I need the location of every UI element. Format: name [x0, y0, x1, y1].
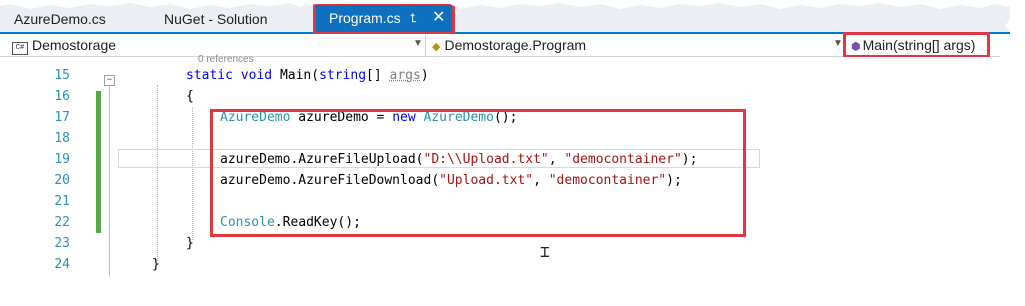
- code-token: }: [186, 236, 194, 251]
- torn-edge-right: [1005, 0, 1025, 306]
- code-token: static: [186, 68, 241, 83]
- csharp-file-icon: C#: [12, 42, 28, 55]
- code-token: Main(: [279, 68, 320, 83]
- line-number: 22: [54, 215, 70, 230]
- indent-guide: [192, 107, 193, 240]
- project-dropdown-value: Demostorage: [32, 37, 117, 53]
- class-dropdown-value: Demostorage.Program: [444, 37, 587, 53]
- code-line[interactable]: }: [186, 236, 194, 251]
- line-number: 18: [54, 131, 70, 146]
- code-line[interactable]: {: [186, 89, 194, 104]
- code-token: string: [319, 68, 367, 83]
- line-number: 20: [54, 173, 70, 188]
- indent-guide: [157, 85, 158, 261]
- change-indicator-bar: [96, 91, 101, 233]
- highlight-box-code: [210, 109, 746, 237]
- collapse-icon[interactable]: −: [104, 75, 115, 86]
- line-number: 15: [54, 68, 70, 83]
- code-token: ): [420, 68, 429, 83]
- line-number: 17: [54, 110, 70, 125]
- codelens-references[interactable]: 0 references: [198, 54, 254, 65]
- line-number: 19: [54, 152, 70, 167]
- fold-guide-line: [109, 86, 110, 286]
- project-dropdown[interactable]: C# Demostorage: [12, 35, 422, 55]
- torn-edge-bottom: [0, 266, 1025, 306]
- line-number: 16: [54, 89, 70, 104]
- divider: [425, 34, 426, 56]
- code-token: args: [389, 68, 421, 83]
- highlight-box-member: [843, 32, 990, 58]
- line-number: 21: [54, 194, 70, 209]
- line-number: 23: [54, 236, 70, 251]
- class-icon: ◆: [432, 41, 441, 53]
- code-line[interactable]: static void Main(string[] args): [186, 68, 429, 83]
- text-cursor-icon: ⌶: [540, 242, 550, 261]
- torn-edge-top: [0, 0, 1025, 9]
- chevron-down-icon[interactable]: ▼: [833, 38, 843, 49]
- code-token: []: [366, 68, 390, 83]
- code-token: {: [186, 89, 194, 104]
- chevron-down-icon[interactable]: ▼: [413, 38, 423, 49]
- class-dropdown[interactable]: ◆ Demostorage.Program: [432, 35, 832, 55]
- code-token: void: [240, 68, 280, 83]
